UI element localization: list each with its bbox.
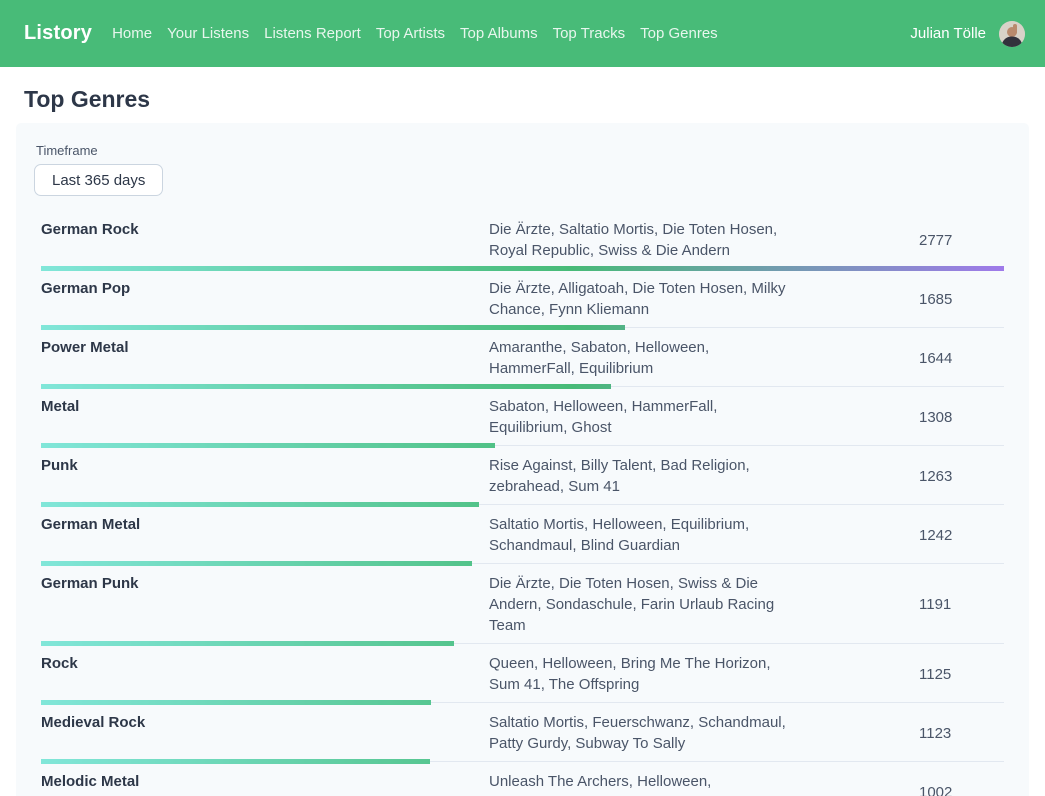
nav-item-home[interactable]: Home [112,25,152,42]
nav-item-top-genres[interactable]: Top Genres [640,25,718,42]
genre-row: German Metal Saltatio Mortis, Helloween,… [41,507,1004,566]
timeframe-label: Timeframe [36,143,1011,158]
genre-artists: Unleash The Archers, Helloween, HammerFa… [489,771,799,796]
genre-bar [41,502,479,507]
nav-item-top-artists[interactable]: Top Artists [376,25,445,42]
genre-row: German Pop Die Ärzte, Alligatoah, Die To… [41,271,1004,330]
genre-artists: Sabaton, Helloween, HammerFall, Equilibr… [489,396,799,438]
avatar-photo [999,21,1025,47]
top-genres-card: Timeframe Last 365 days German Rock Die … [16,123,1029,796]
genre-row: Rock Queen, Helloween, Bring Me The Hori… [41,646,1004,705]
genre-count: 1263 [799,466,1004,487]
genre-artists: Die Ärzte, Saltatio Mortis, Die Toten Ho… [489,219,799,261]
genre-artists: Queen, Helloween, Bring Me The Horizon, … [489,653,799,695]
genre-count: 1123 [799,723,1004,744]
genre-name: Medieval Rock [41,712,489,754]
genre-bar-track [41,266,1004,271]
genre-row-grid: Metal Sabaton, Helloween, HammerFall, Eq… [41,389,1004,443]
genre-bar [41,443,495,448]
brand-logo[interactable]: Listory [24,22,92,45]
genre-artists: Die Ärzte, Alligatoah, Die Toten Hosen, … [489,278,799,320]
genre-bar-track [41,325,1004,330]
timeframe-filter: Timeframe Last 365 days [34,143,1011,196]
main-content: Top Genres Timeframe Last 365 days Germa… [0,86,1045,796]
genre-row-grid: German Punk Die Ärzte, Die Toten Hosen, … [41,566,1004,641]
genre-artists: Saltatio Mortis, Helloween, Equilibrium,… [489,514,799,556]
genre-row-grid: German Metal Saltatio Mortis, Helloween,… [41,507,1004,561]
genre-bar-track [41,502,1004,507]
genre-row-grid: Rock Queen, Helloween, Bring Me The Hori… [41,646,1004,700]
genre-bar [41,384,611,389]
genre-row-grid: Medieval Rock Saltatio Mortis, Feuerschw… [41,705,1004,759]
genre-bar-track [41,759,1004,764]
genre-bar [41,266,1004,271]
genre-count: 1308 [799,407,1004,428]
genre-name: Metal [41,396,489,438]
genre-bar [41,700,431,705]
genre-name: Rock [41,653,489,695]
genre-bar [41,325,625,330]
genre-bar [41,759,430,764]
genre-bar-track [41,561,1004,566]
main-nav: Home Your Listens Listens Report Top Artist… [112,25,718,42]
genre-row: Metal Sabaton, Helloween, HammerFall, Eq… [41,389,1004,448]
genre-row-grid: German Pop Die Ärzte, Alligatoah, Die To… [41,271,1004,325]
genre-bar [41,561,472,566]
genre-bar-track [41,641,1004,646]
genre-artists: Die Ärzte, Die Toten Hosen, Swiss & Die … [489,573,799,636]
genre-name: German Metal [41,514,489,556]
genre-count: 1685 [799,289,1004,310]
nav-item-top-albums[interactable]: Top Albums [460,25,538,42]
genre-bar-track [41,700,1004,705]
genre-name: German Rock [41,219,489,261]
user-menu[interactable]: Julian Tölle [910,21,1025,47]
genre-artists: Saltatio Mortis, Feuerschwanz, Schandmau… [489,712,799,754]
genre-name: Punk [41,455,489,497]
genre-bar-track [41,384,1004,389]
genre-name: Power Metal [41,337,489,379]
genre-row: Medieval Rock Saltatio Mortis, Feuerschw… [41,705,1004,764]
genre-row-grid: Punk Rise Against, Billy Talent, Bad Rel… [41,448,1004,502]
genre-name: German Pop [41,278,489,320]
genre-name: German Punk [41,573,489,636]
genre-count: 1191 [799,594,1004,615]
genre-count: 1644 [799,348,1004,369]
genre-row: Melodic Metal Unleash The Archers, Hello… [41,764,1004,796]
genre-row: German Rock Die Ärzte, Saltatio Mortis, … [41,212,1004,271]
genre-bar [41,641,454,646]
genre-row: Power Metal Amaranthe, Sabaton, Hellowee… [41,330,1004,389]
genre-list: German Rock Die Ärzte, Saltatio Mortis, … [34,212,1011,796]
page-title: Top Genres [24,86,1021,113]
genre-row-grid: Power Metal Amaranthe, Sabaton, Hellowee… [41,330,1004,384]
genre-count: 2777 [799,230,1004,251]
navbar: Listory Home Your Listens Listens Report To… [0,0,1045,67]
genre-name: Melodic Metal [41,771,489,796]
genre-count: 1125 [799,664,1004,685]
timeframe-select[interactable]: Last 365 days [34,164,163,196]
genre-bar-track [41,443,1004,448]
user-avatar[interactable] [999,21,1025,47]
genre-row-grid: Melodic Metal Unleash The Archers, Hello… [41,764,1004,796]
nav-item-your-listens[interactable]: Your Listens [167,25,249,42]
genre-row: Punk Rise Against, Billy Talent, Bad Rel… [41,448,1004,507]
genre-artists: Amaranthe, Sabaton, Helloween, HammerFal… [489,337,799,379]
genre-count: 1242 [799,525,1004,546]
genre-artists: Rise Against, Billy Talent, Bad Religion… [489,455,799,497]
nav-item-listens-report[interactable]: Listens Report [264,25,361,42]
genre-row-grid: German Rock Die Ärzte, Saltatio Mortis, … [41,212,1004,266]
genre-count: 1002 [799,782,1004,796]
genre-row: German Punk Die Ärzte, Die Toten Hosen, … [41,566,1004,646]
nav-item-top-tracks[interactable]: Top Tracks [553,25,626,42]
user-name: Julian Tölle [910,25,986,42]
